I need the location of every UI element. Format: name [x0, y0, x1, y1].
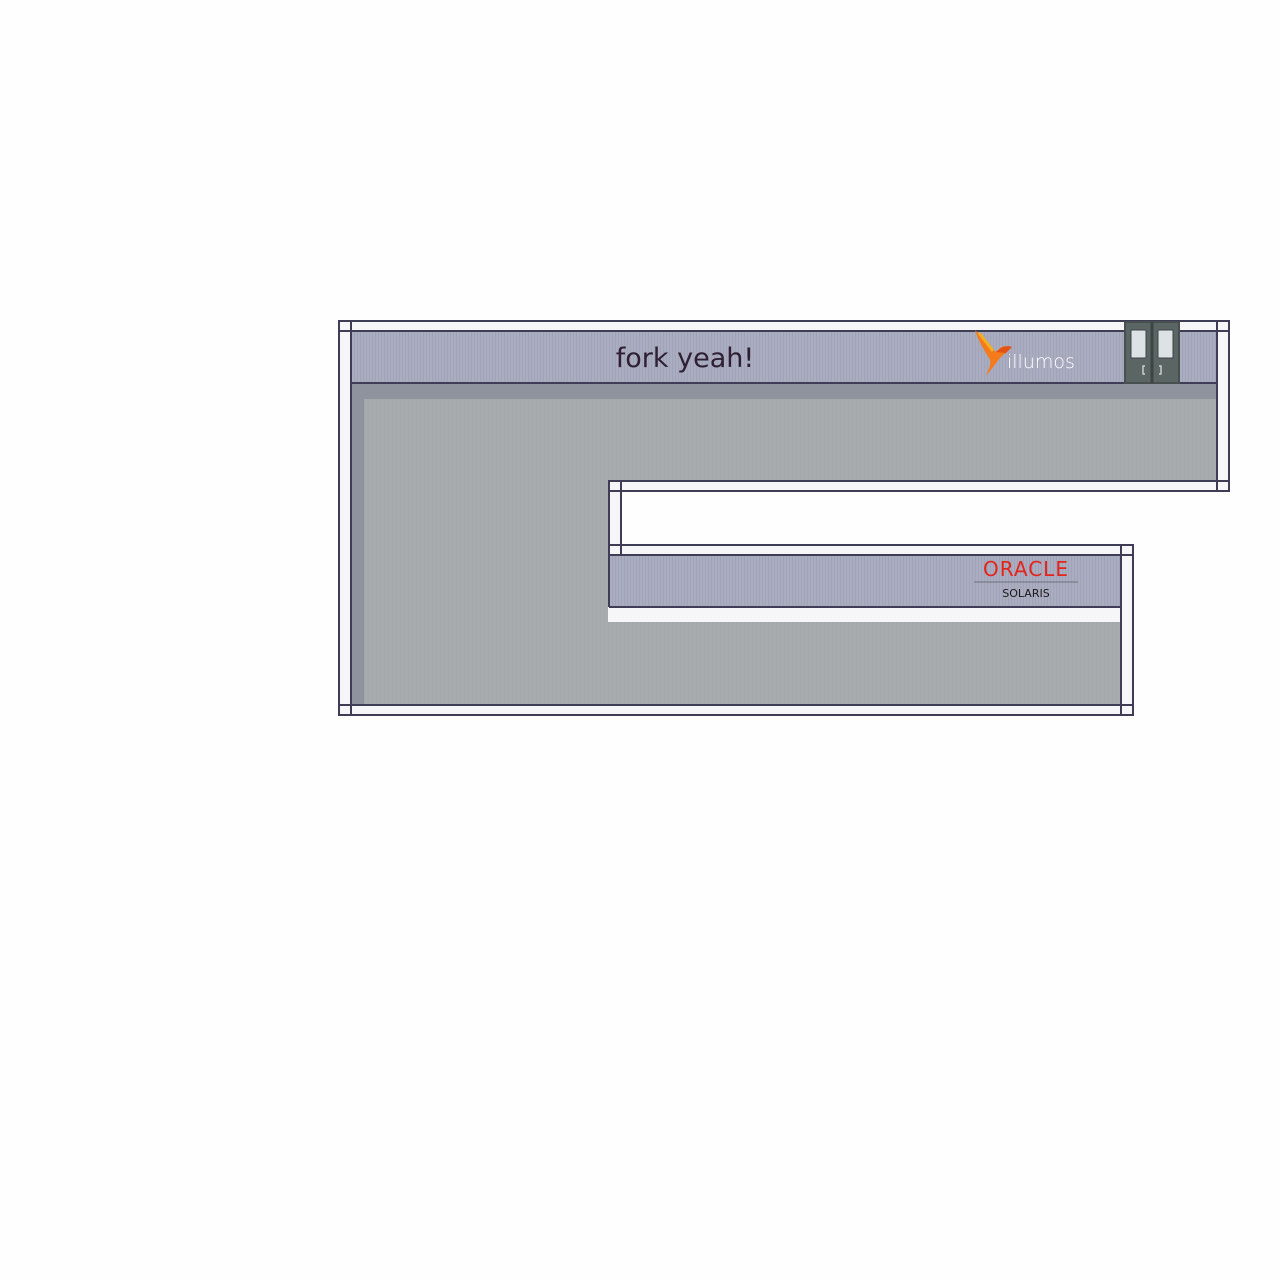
banner-text: fork yeah!: [616, 343, 754, 374]
door-window-left: [1130, 329, 1147, 359]
office-floor-map: fork yeah! illumos ORACLE SOLARIS: [338, 320, 1230, 716]
door[interactable]: [1124, 321, 1180, 384]
upper-wall-face: [350, 332, 1217, 384]
illumos-logo-text: illumos: [1007, 351, 1075, 373]
solaris-logo-text: SOLARIS: [1002, 587, 1049, 600]
door-window-right: [1157, 329, 1174, 359]
floor: [352, 383, 1216, 704]
oracle-logo-text: ORACLE: [983, 557, 1069, 581]
